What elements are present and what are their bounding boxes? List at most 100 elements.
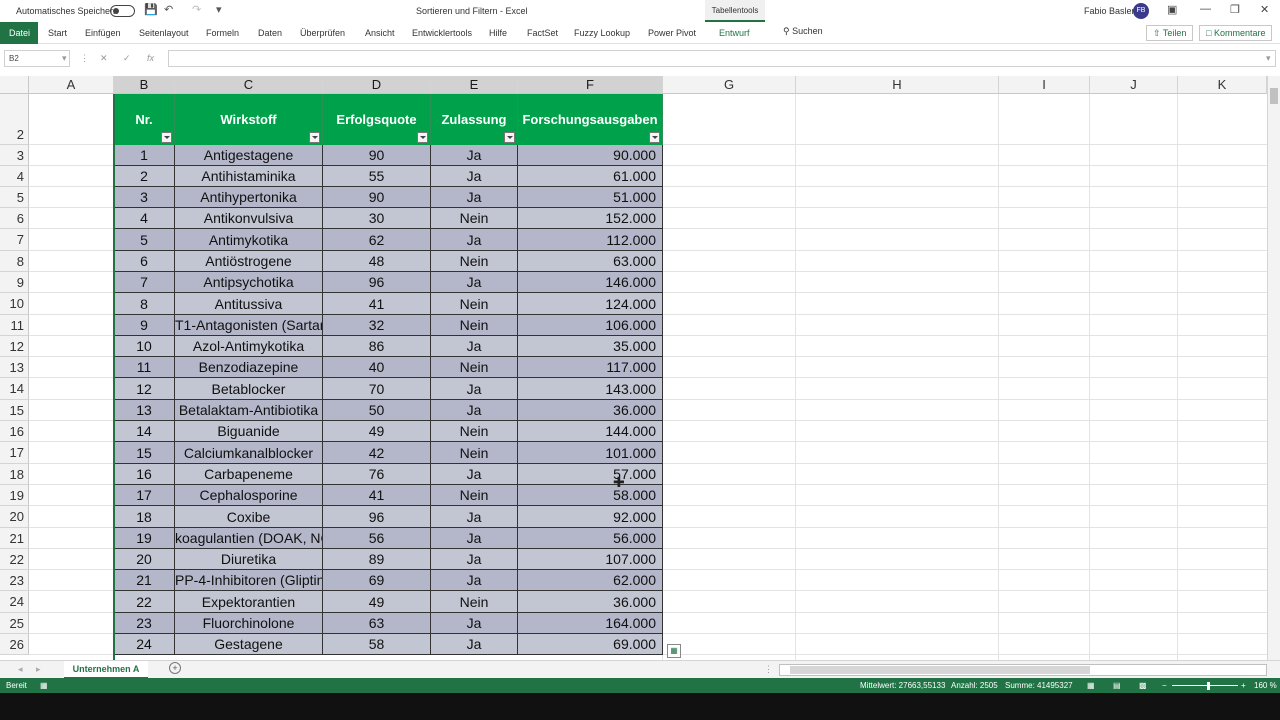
table-cell-wirkstoff[interactable]: Calciumkanalblocker [175,442,323,464]
table-cell-erfolgsquote[interactable]: 49 [323,591,431,613]
table-header-zulassung[interactable]: Zulassung [431,94,518,145]
table-cell-forschungsausgaben[interactable]: 92.000 [518,506,663,528]
expand-formula-bar-icon[interactable]: ▾ [1266,53,1271,64]
table-cell-erfolgsquote[interactable]: 86 [323,336,431,357]
table-cell-wirkstoff[interactable]: Antihypertonika [175,187,323,208]
table-cell-erfolgsquote[interactable]: 40 [323,357,431,378]
table-cell-erfolgsquote[interactable]: 90 [323,145,431,166]
share-button[interactable]: ⇧ Teilen [1146,25,1194,41]
table-cell-zulassung[interactable]: Ja [431,400,518,421]
scroll-sheets-right-icon[interactable]: ▸ [36,664,41,675]
table-cell-erfolgsquote[interactable]: 96 [323,272,431,293]
table-cell-wirkstoff[interactable]: Antikonvulsiva [175,208,323,229]
table-cell-zulassung[interactable]: Ja [431,570,518,591]
table-cell-forschungsausgaben[interactable]: 36.000 [518,400,663,421]
table-cell-nr[interactable]: 23 [114,613,175,634]
table-cell-forschungsausgaben[interactable]: 51.000 [518,187,663,208]
table-cell-zulassung[interactable]: Nein [431,251,518,272]
row-header-6[interactable]: 6 [0,208,29,229]
table-cell-nr[interactable]: 20 [114,549,175,570]
accessibility-icon[interactable]: ▦ [40,681,48,690]
table-cell-forschungsausgaben[interactable]: 61.000 [518,166,663,187]
table-cell-erfolgsquote[interactable]: 42 [323,442,431,464]
row-header-22[interactable]: 22 [0,549,29,570]
row-header-12[interactable]: 12 [0,336,29,357]
column-header-c[interactable]: C [175,76,323,94]
status-count[interactable]: Anzahl: 2505 [951,681,998,690]
table-cell-zulassung[interactable]: Ja [431,166,518,187]
filter-dropdown-icon[interactable] [504,132,515,143]
table-cell-wirkstoff[interactable]: Cephalosporine [175,485,323,506]
tab-developer[interactable]: Entwicklertools [412,28,472,38]
table-cell-erfolgsquote[interactable]: 50 [323,400,431,421]
row-header-16[interactable]: 16 [0,421,29,442]
table-cell-forschungsausgaben[interactable]: 35.000 [518,336,663,357]
scroll-sheets-left-icon[interactable]: ◂ [18,664,23,675]
row-header-8[interactable]: 8 [0,251,29,272]
table-cell-nr[interactable]: 15 [114,442,175,464]
tab-help[interactable]: Hilfe [489,28,507,38]
comments-button[interactable]: □ Kommentare [1199,25,1273,41]
redo-icon[interactable]: ↷ [192,3,201,16]
table-cell-zulassung[interactable]: Nein [431,421,518,442]
table-cell-zulassung[interactable]: Nein [431,315,518,336]
table-cell-forschungsausgaben[interactable]: 124.000 [518,293,663,315]
row-header-20[interactable]: 20 [0,506,29,528]
table-cell-nr[interactable]: 6 [114,251,175,272]
table-cell-wirkstoff[interactable]: Antitussiva [175,293,323,315]
table-cell-nr[interactable]: 22 [114,591,175,613]
table-cell-zulassung[interactable]: Nein [431,591,518,613]
tab-start[interactable]: Start [48,28,67,38]
filter-dropdown-icon[interactable] [309,132,320,143]
tab-factset[interactable]: FactSet [527,28,558,38]
table-cell-forschungsausgaben[interactable]: 106.000 [518,315,663,336]
name-box[interactable]: B2 [4,50,70,67]
table-cell-forschungsausgaben[interactable]: 107.000 [518,549,663,570]
table-cell-zulassung[interactable]: Nein [431,208,518,229]
table-cell-nr[interactable]: 17 [114,485,175,506]
tab-page-layout[interactable]: Seitenlayout [139,28,189,38]
table-cell-erfolgsquote[interactable]: 89 [323,549,431,570]
table-cell-nr[interactable]: 18 [114,506,175,528]
page-break-view-icon[interactable]: ▩ [1139,681,1147,690]
table-cell-nr[interactable]: 4 [114,208,175,229]
table-cell-wirkstoff[interactable]: Antimykotika [175,229,323,251]
table-header-forschungsausgaben[interactable]: Forschungsausgaben [518,94,663,145]
undo-icon[interactable]: ↶ [164,3,173,16]
table-cell-wirkstoff[interactable]: Betablocker [175,378,323,400]
row-header-2[interactable]: 2 [0,94,29,145]
table-cell-nr[interactable]: 12 [114,378,175,400]
row-header-25[interactable]: 25 [0,613,29,634]
autosave-toggle[interactable] [110,5,135,17]
filter-dropdown-icon[interactable] [161,132,172,143]
tab-power-pivot[interactable]: Power Pivot [648,28,696,38]
table-cell-zulassung[interactable]: Ja [431,634,518,655]
search-box[interactable]: ⚲ Suchen [783,26,823,37]
add-sheet-icon[interactable]: + [169,662,181,674]
table-cell-wirkstoff[interactable]: T1-Antagonisten (Sartan [175,315,323,336]
table-cell-wirkstoff[interactable]: Diuretika [175,549,323,570]
customize-quick-access-icon[interactable]: ▾ [216,3,222,16]
table-cell-forschungsausgaben[interactable]: 146.000 [518,272,663,293]
table-cell-forschungsausgaben[interactable]: 36.000 [518,591,663,613]
table-cell-wirkstoff[interactable]: Antihistaminika [175,166,323,187]
table-cell-zulassung[interactable]: Nein [431,442,518,464]
table-cell-erfolgsquote[interactable]: 58 [323,634,431,655]
table-cell-zulassung[interactable]: Nein [431,293,518,315]
quick-analysis-icon[interactable]: ▦ [667,644,681,658]
save-icon[interactable]: 💾 [144,3,158,16]
table-cell-zulassung[interactable]: Ja [431,506,518,528]
row-header-9[interactable]: 9 [0,272,29,293]
table-header-nr[interactable]: Nr. [114,94,175,145]
table-cell-zulassung[interactable]: Nein [431,357,518,378]
table-cell-wirkstoff[interactable]: koagulantien (DOAK, NC [175,528,323,549]
row-header-17[interactable]: 17 [0,442,29,464]
table-cell-nr[interactable]: 2 [114,166,175,187]
tab-splitter-icon[interactable]: ⋮ [764,664,773,675]
table-cell-forschungsausgaben[interactable]: 144.000 [518,421,663,442]
table-cell-wirkstoff[interactable]: Gestagene [175,634,323,655]
row-header-19[interactable]: 19 [0,485,29,506]
column-header-j[interactable]: J [1090,76,1178,94]
column-header-f[interactable]: F [518,76,663,94]
filter-dropdown-icon[interactable] [649,132,660,143]
